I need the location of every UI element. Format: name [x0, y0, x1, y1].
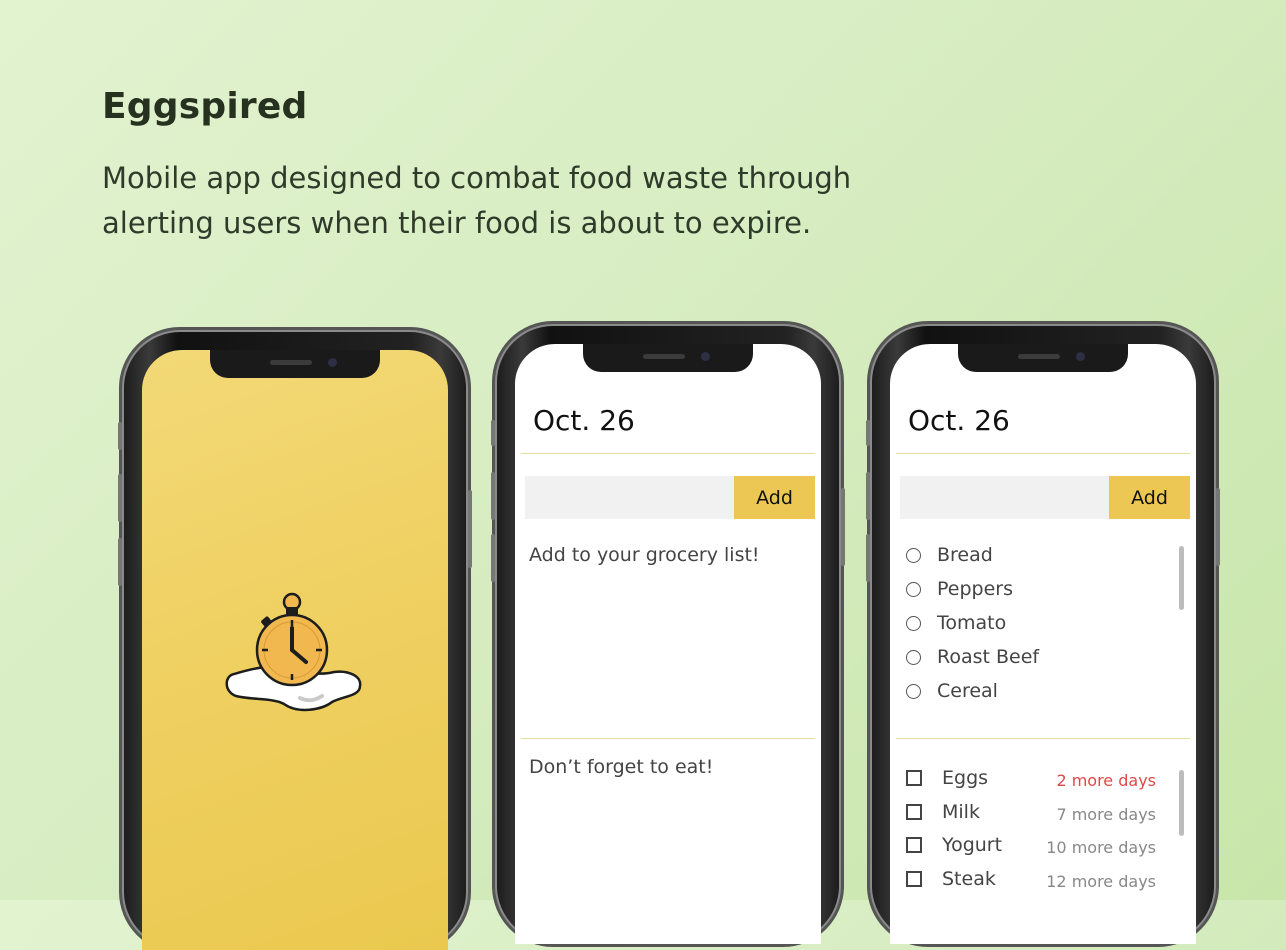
radio-icon[interactable] — [906, 581, 921, 597]
phone-notch — [583, 344, 753, 372]
add-row: Add — [525, 476, 815, 519]
grocery-item[interactable]: Peppers — [906, 578, 1013, 600]
phone-notch — [210, 350, 380, 378]
project-description: Mobile app designed to combat food waste… — [102, 161, 852, 240]
pantry-item[interactable]: Milk — [906, 801, 980, 823]
divider — [521, 453, 815, 454]
radio-icon[interactable] — [906, 547, 921, 563]
grocery-empty-hint: Add to your grocery list! — [529, 544, 760, 566]
splash-screen — [142, 350, 448, 950]
checkbox-icon[interactable] — [906, 837, 922, 853]
add-row: Add — [900, 476, 1190, 519]
pantry-scrollbar[interactable] — [1179, 770, 1184, 836]
grocery-item-label: Bread — [937, 544, 993, 566]
pantry-item[interactable]: Yogurt — [906, 834, 1002, 856]
grocery-input[interactable] — [525, 476, 734, 519]
divider — [521, 738, 815, 739]
phone-splash — [118, 330, 472, 950]
grocery-item[interactable]: Cereal — [906, 680, 998, 702]
expiry-countdown: 12 more days — [1046, 872, 1156, 891]
add-button[interactable]: Add — [734, 476, 815, 519]
checkbox-icon[interactable] — [906, 770, 922, 786]
date-heading: Oct. 26 — [533, 404, 635, 437]
grocery-item[interactable]: Bread — [906, 544, 993, 566]
checkbox-icon[interactable] — [906, 871, 922, 887]
project-title: Eggspired — [102, 86, 308, 127]
pantry-empty-hint: Don’t forget to eat! — [529, 756, 714, 778]
egg-stopwatch-icon — [225, 592, 362, 712]
grocery-input[interactable] — [900, 476, 1109, 519]
pantry-item-label: Steak — [942, 868, 996, 890]
phone-populated-lists: Oct. 26 Add Bread Peppers Tomato Roast B… — [866, 324, 1220, 944]
date-heading: Oct. 26 — [908, 404, 1010, 437]
grocery-scrollbar[interactable] — [1179, 546, 1184, 610]
add-button[interactable]: Add — [1109, 476, 1190, 519]
grocery-item[interactable]: Tomato — [906, 612, 1006, 634]
grocery-item-label: Tomato — [937, 612, 1007, 634]
pantry-item-label: Milk — [942, 801, 980, 823]
pantry-item[interactable]: Steak — [906, 868, 996, 890]
expiry-countdown: 10 more days — [1046, 838, 1156, 857]
radio-icon[interactable] — [906, 649, 921, 665]
radio-icon[interactable] — [906, 683, 921, 699]
divider — [896, 453, 1190, 454]
app-screen: Oct. 26 Add Add to your grocery list! Do… — [515, 344, 821, 944]
checkbox-icon[interactable] — [906, 804, 922, 820]
phone-notch — [958, 344, 1128, 372]
pantry-item[interactable]: Eggs — [906, 767, 988, 789]
pantry-item-label: Yogurt — [942, 834, 1003, 856]
app-screen: Oct. 26 Add Bread Peppers Tomato Roast B… — [890, 344, 1196, 944]
pantry-item-label: Eggs — [942, 767, 989, 789]
grocery-item-label: Cereal — [937, 680, 998, 702]
grocery-item-label: Peppers — [937, 578, 1013, 600]
grocery-item[interactable]: Roast Beef — [906, 646, 1039, 668]
divider — [896, 738, 1190, 739]
radio-icon[interactable] — [906, 615, 921, 631]
phone-empty-lists: Oct. 26 Add Add to your grocery list! Do… — [491, 324, 845, 944]
expiry-countdown: 2 more days — [1056, 771, 1156, 790]
grocery-item-label: Roast Beef — [937, 646, 1040, 668]
expiry-countdown: 7 more days — [1056, 805, 1156, 824]
